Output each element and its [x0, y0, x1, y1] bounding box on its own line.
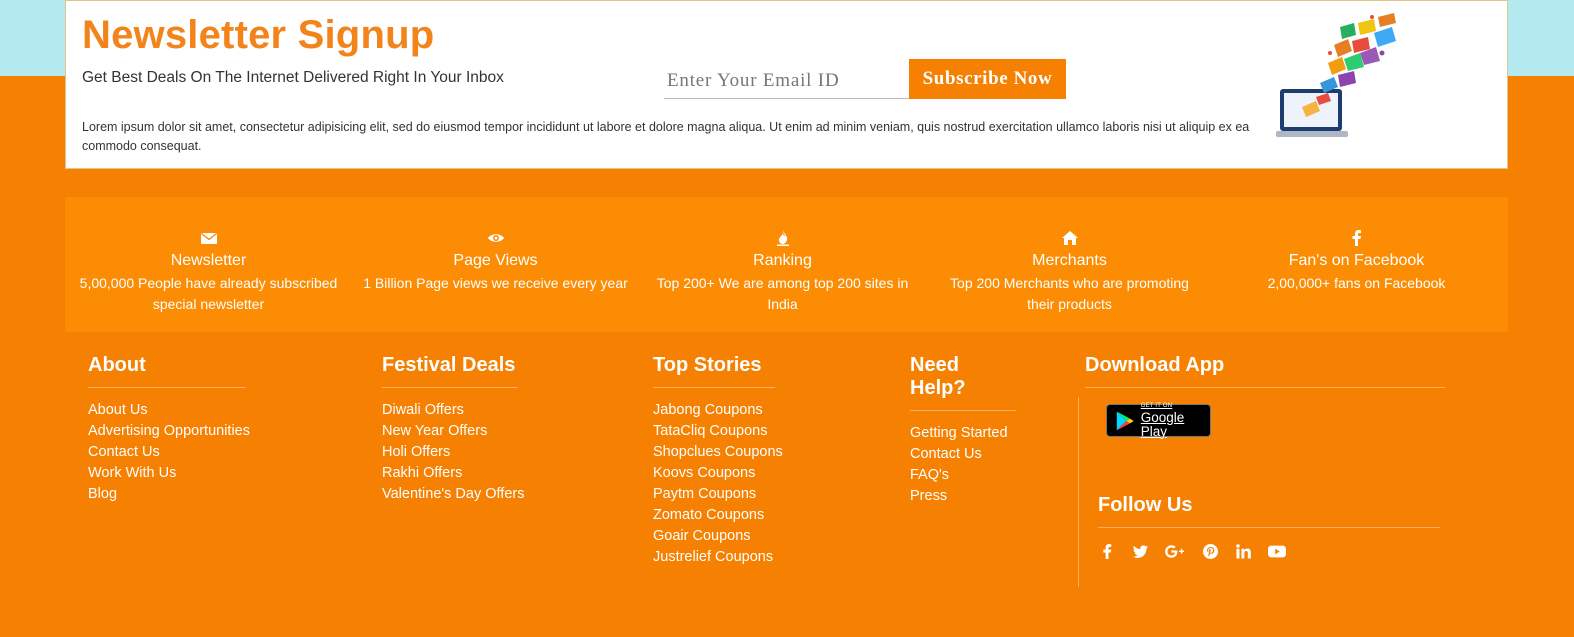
work-with-us-link[interactable]: Work With Us	[88, 465, 176, 481]
stat-page-views: Page Views 1 Billion Page views we recei…	[352, 197, 639, 332]
envelope-icon	[65, 230, 352, 248]
footer-link-item: Advertising Opportunities	[88, 421, 250, 442]
footer-link-item: Contact Us	[88, 442, 250, 463]
follow-us: Follow Us	[1098, 494, 1440, 560]
stat-ranking: Ranking Top 200+ We are among top 200 si…	[639, 197, 926, 332]
zomato-coupons-link[interactable]: Zomato Coupons	[653, 507, 764, 523]
fire-icon	[639, 230, 926, 248]
footer-heading: Festival Deals	[382, 354, 518, 388]
footer-link-item: Blog	[88, 484, 250, 505]
facebook-icon	[1213, 230, 1500, 248]
google-plus-icon[interactable]	[1164, 542, 1186, 560]
footer-heading: Need Help?	[910, 354, 1016, 411]
subscribe-button[interactable]: Subscribe Now	[909, 59, 1066, 99]
footer-link-item: Koovs Coupons	[653, 463, 783, 484]
stat-facebook-fans: Fan's on Facebook 2,00,000+ fans on Face…	[1213, 197, 1500, 332]
facebook-icon[interactable]	[1098, 542, 1116, 560]
footer-link-item: Press	[910, 486, 1016, 507]
stat-description: Top 200 Merchants who are promoting thei…	[950, 275, 1189, 312]
footer-about: About About Us Advertising Opportunities…	[88, 354, 250, 505]
social-links	[1098, 542, 1440, 560]
holi-offers-link[interactable]: Holi Offers	[382, 444, 450, 460]
newsletter-description: Lorem ipsum dolor sit amet, consectetur …	[82, 120, 1250, 153]
home-icon	[926, 230, 1213, 248]
footer-link-item: Shopclues Coupons	[653, 442, 783, 463]
eye-icon	[352, 230, 639, 248]
diwali-offers-link[interactable]: Diwali Offers	[382, 402, 464, 418]
footer-link-item: About Us	[88, 400, 250, 421]
stat-title: Page Views	[453, 252, 538, 269]
justrelief-coupons-link[interactable]: Justrelief Coupons	[653, 549, 773, 565]
footer-link-item: Diwali Offers	[382, 400, 524, 421]
footer-link-item: Jabong Coupons	[653, 400, 783, 421]
newsletter-subtitle: Get Best Deals On The Internet Delivered…	[82, 69, 504, 86]
footer-link-item: Rakhi Offers	[382, 463, 524, 484]
stats-band: Newsletter 5,00,000 People have already …	[65, 197, 1508, 332]
twitter-icon[interactable]	[1131, 542, 1149, 560]
footer-heading: Download App	[1085, 354, 1445, 388]
press-link[interactable]: Press	[910, 488, 947, 504]
footer-download-app: Download App	[1085, 354, 1445, 388]
footer-link-item: Getting Started	[910, 423, 1016, 444]
footer-festival-deals: Festival Deals Diwali Offers New Year Of…	[382, 354, 524, 505]
stat-title: Merchants	[1032, 252, 1107, 269]
footer-heading: Follow Us	[1098, 494, 1440, 528]
goair-coupons-link[interactable]: Goair Coupons	[653, 528, 751, 544]
paytm-coupons-link[interactable]: Paytm Coupons	[653, 486, 756, 502]
stat-description: 2,00,000+ fans on Facebook	[1267, 275, 1446, 291]
email-laptop-illustration	[1276, 13, 1396, 137]
google-play-badge[interactable]: GET IT ON Google Play	[1106, 403, 1211, 439]
footer-link-item: Zomato Coupons	[653, 505, 783, 526]
new-year-offers-link[interactable]: New Year Offers	[382, 423, 487, 439]
email-input[interactable]	[664, 63, 909, 99]
footer-link-item: TataCliq Coupons	[653, 421, 783, 442]
stat-title: Ranking	[753, 252, 812, 269]
footer-link-item: Contact Us	[910, 444, 1016, 465]
contact-us-link[interactable]: Contact Us	[88, 444, 160, 460]
stat-title: Newsletter	[170, 252, 247, 269]
about-us-link[interactable]: About Us	[88, 402, 148, 418]
footer-link-item: Valentine's Day Offers	[382, 484, 524, 505]
google-play-icon	[1116, 411, 1134, 430]
footer-need-help: Need Help? Getting Started Contact Us FA…	[910, 354, 1016, 507]
stat-newsletter: Newsletter 5,00,000 People have already …	[65, 197, 352, 332]
column-divider	[1078, 397, 1079, 587]
blog-link[interactable]: Blog	[88, 486, 117, 502]
koovs-coupons-link[interactable]: Koovs Coupons	[653, 465, 755, 481]
footer-top-stories: Top Stories Jabong Coupons TataCliq Coup…	[653, 354, 783, 568]
stat-title: Fan's on Facebook	[1288, 252, 1425, 269]
stat-description: 5,00,000 People have already subscribed …	[79, 275, 338, 312]
badge-store-name: Google Play	[1140, 410, 1185, 439]
footer-link-item: New Year Offers	[382, 421, 524, 442]
newsletter-panel: Newsletter Signup Get Best Deals On The …	[65, 0, 1508, 169]
rakhi-offers-link[interactable]: Rakhi Offers	[382, 465, 462, 481]
faqs-link[interactable]: FAQ's	[910, 467, 949, 483]
stat-merchants: Merchants Top 200 Merchants who are prom…	[926, 197, 1213, 332]
badge-small-text: GET IT ON	[1140, 403, 1173, 409]
footer-link-item: Justrelief Coupons	[653, 547, 783, 568]
tatacliq-coupons-link[interactable]: TataCliq Coupons	[653, 423, 767, 439]
pinterest-icon[interactable]	[1201, 542, 1219, 560]
jabong-coupons-link[interactable]: Jabong Coupons	[653, 402, 763, 418]
footer-link-item: Paytm Coupons	[653, 484, 783, 505]
footer-link-item: Goair Coupons	[653, 526, 783, 547]
stat-description: 1 Billion Page views we receive every ye…	[363, 275, 628, 291]
footer-link-item: Work With Us	[88, 463, 250, 484]
footer-link-item: FAQ's	[910, 465, 1016, 486]
newsletter-title: Newsletter Signup	[82, 13, 435, 57]
linkedin-icon[interactable]	[1234, 542, 1252, 560]
getting-started-link[interactable]: Getting Started	[910, 425, 1008, 441]
footer-heading: About	[88, 354, 246, 388]
stat-description: Top 200+ We are among top 200 sites in I…	[656, 275, 909, 312]
help-contact-us-link[interactable]: Contact Us	[910, 446, 982, 462]
advertising-link[interactable]: Advertising Opportunities	[88, 423, 250, 439]
footer-heading: Top Stories	[653, 354, 775, 388]
valentines-offers-link[interactable]: Valentine's Day Offers	[382, 486, 524, 502]
youtube-icon[interactable]	[1267, 542, 1287, 560]
footer-link-item: Holi Offers	[382, 442, 524, 463]
shopclues-coupons-link[interactable]: Shopclues Coupons	[653, 444, 783, 460]
